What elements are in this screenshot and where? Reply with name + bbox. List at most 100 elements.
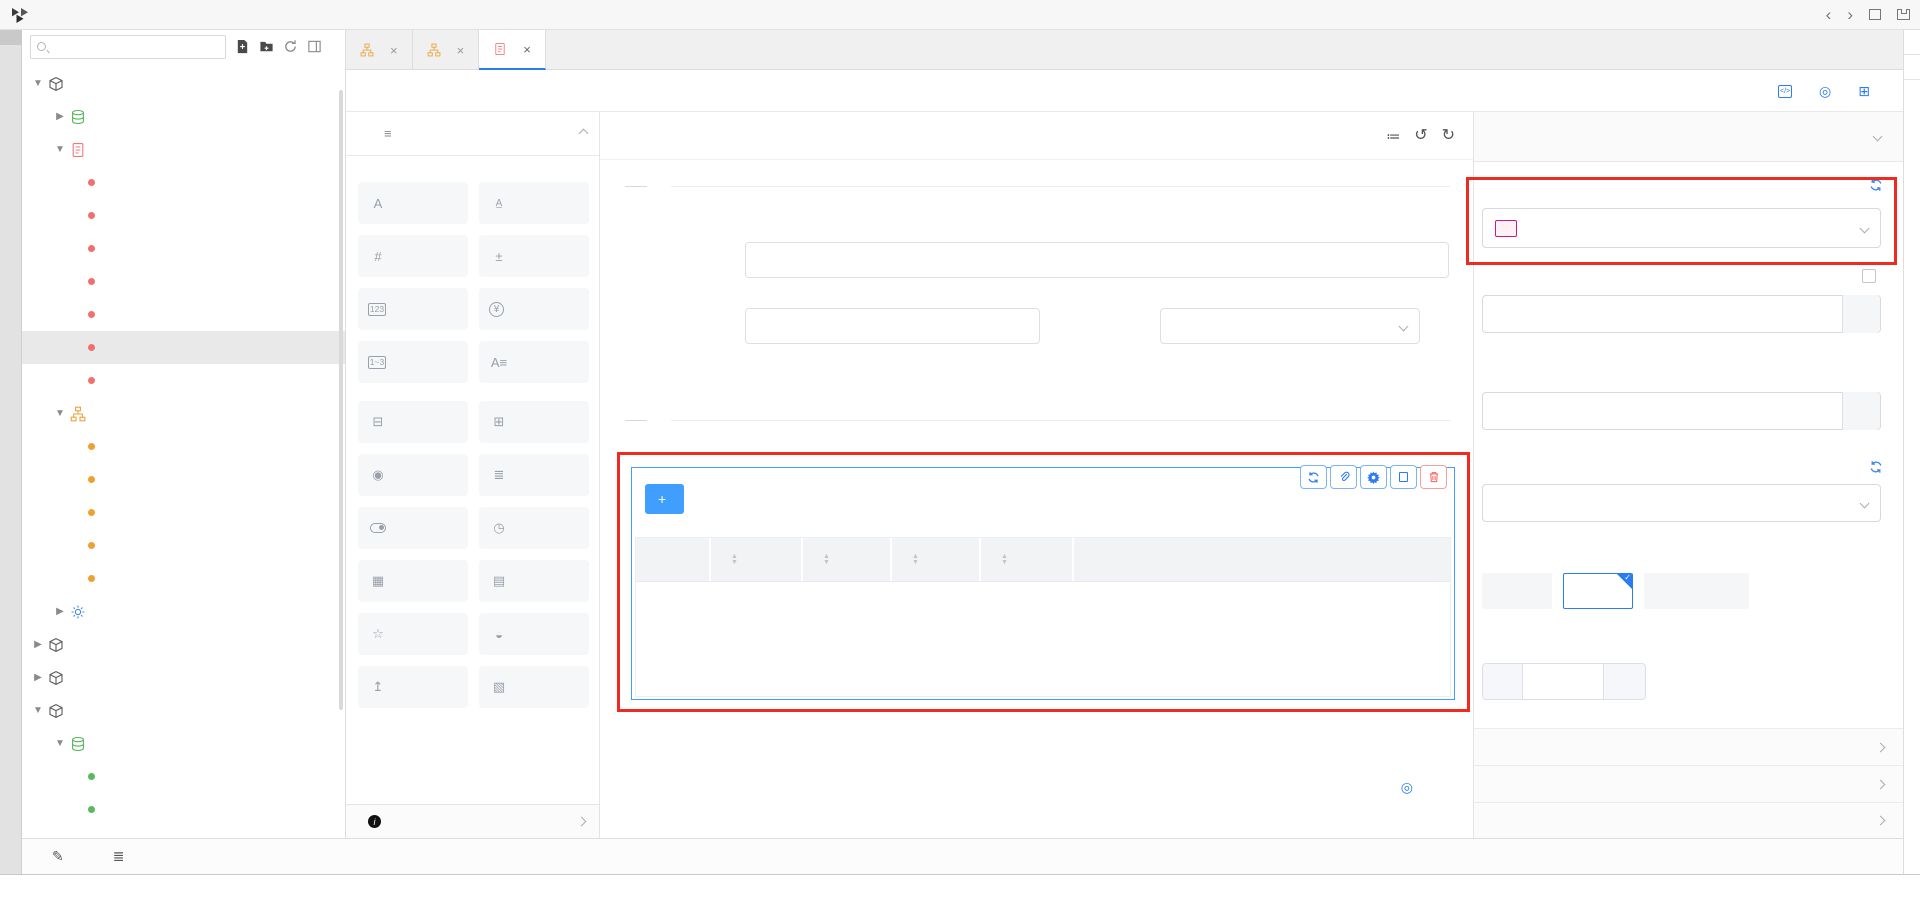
bind-link-button[interactable] <box>1330 465 1357 489</box>
tree-item-entity-child[interactable] <box>22 793 345 826</box>
new-folder-icon[interactable] <box>259 39 274 54</box>
form-settings-button[interactable]: ⊞ <box>1858 84 1875 98</box>
inspector-section-basic[interactable] <box>1474 112 1903 162</box>
tree-item-process-module[interactable]: ▼ <box>22 67 345 100</box>
tree-item-pages[interactable]: ▼ <box>22 133 345 166</box>
edit-mode-popup-selected[interactable]: ✓ <box>1563 573 1633 609</box>
column-header-gender[interactable]: ▲▼ <box>892 538 981 581</box>
column-header-approver[interactable]: ▲▼ <box>981 538 1074 581</box>
tree-item-page[interactable] <box>22 232 345 265</box>
decrement-button[interactable] <box>1483 664 1523 699</box>
palette-item-number-range[interactable]: 1~3 <box>358 341 468 383</box>
tree-item-entity[interactable]: ▼ <box>22 727 345 760</box>
caret-down-icon[interactable]: ▼ <box>30 705 46 716</box>
undo-icon[interactable]: ↺ <box>1414 128 1427 144</box>
redo-icon[interactable]: ↻ <box>1442 128 1455 144</box>
tree-item-flow[interactable] <box>22 463 345 496</box>
tree-item-flow[interactable] <box>22 529 345 562</box>
problems-tab[interactable]: ≣ <box>113 848 132 865</box>
caret-down-icon[interactable]: ▼ <box>52 738 68 749</box>
palette-item-switch[interactable] <box>358 507 468 549</box>
tree-item-flow[interactable] <box>22 430 345 463</box>
rail-tab-offline-resources[interactable] <box>1904 55 1920 80</box>
show-label-option[interactable] <box>1862 269 1883 283</box>
component-settings-button[interactable] <box>1360 465 1387 489</box>
delete-component-button[interactable] <box>1420 465 1447 489</box>
column-header-name[interactable]: ▲▼ <box>711 538 803 581</box>
editor-tab[interactable]: × <box>413 30 480 70</box>
tree-item-page[interactable] <box>22 364 345 397</box>
sync-icon[interactable] <box>1869 178 1883 192</box>
sort-icon[interactable]: ▲▼ <box>731 554 738 565</box>
age-input[interactable] <box>745 308 1040 344</box>
inspector-section-style[interactable] <box>1474 802 1904 839</box>
close-icon[interactable]: × <box>457 43 465 58</box>
default-value-input[interactable] <box>1482 392 1881 430</box>
tree-item-module[interactable]: ▶ <box>22 661 345 694</box>
search-input[interactable] <box>30 35 226 59</box>
page-resource-select[interactable] <box>1482 484 1881 522</box>
default-dynamic-button[interactable] <box>1842 392 1880 430</box>
edit-mode-inline-popup[interactable] <box>1644 573 1749 609</box>
refresh-icon[interactable] <box>283 39 298 54</box>
close-icon[interactable]: × <box>390 43 398 58</box>
sort-icon[interactable]: ▲▼ <box>1001 554 1008 565</box>
caret-right-icon[interactable]: ▶ <box>30 639 46 650</box>
title-input[interactable] <box>1482 295 1881 333</box>
sync-datasource-button[interactable] <box>1300 465 1327 489</box>
palette-item-tree-dropdown[interactable]: ⊞ <box>479 401 589 443</box>
sort-icon[interactable]: ▲▼ <box>912 554 919 565</box>
nav-back-icon[interactable]: ‹ <box>1826 6 1832 23</box>
palette-item-auto-number[interactable]: # <box>358 235 468 277</box>
save-layout-icon[interactable] <box>1897 9 1910 20</box>
palette-menu-icon[interactable]: ≡ <box>384 126 392 141</box>
tree-item-page-selected[interactable] <box>22 331 345 364</box>
editor-tab[interactable]: × <box>346 30 413 70</box>
chevron-up-icon[interactable] <box>579 129 589 139</box>
caret-right-icon[interactable]: ▶ <box>52 111 68 122</box>
sync-icon[interactable] <box>1869 460 1883 474</box>
caret-down-icon[interactable]: ▼ <box>52 408 68 419</box>
palette-item-date-range[interactable]: ▤ <box>479 560 589 602</box>
tree-item-flow[interactable] <box>22 562 345 595</box>
tree-item-page[interactable] <box>22 298 345 331</box>
rail-tab-resources[interactable] <box>0 30 22 45</box>
title-variable-button[interactable] <box>1842 295 1880 333</box>
rail-tab-datasource[interactable] <box>1904 30 1920 55</box>
tree-item-entity[interactable]: ▶ <box>22 100 345 133</box>
tree-item-page[interactable] <box>22 166 345 199</box>
palette-item-multi-line-text[interactable]: A̲ <box>479 182 589 224</box>
inspector-section-validation[interactable] <box>1474 728 1904 765</box>
palette-item-number[interactable]: 123 <box>358 288 468 330</box>
palette-item-dropdown[interactable]: ⊟ <box>358 401 468 443</box>
palette-item-time-picker[interactable]: ◷ <box>479 507 589 549</box>
tree-item-flows[interactable]: ▼ <box>22 397 345 430</box>
code-mode-button[interactable]: </> <box>1778 85 1797 98</box>
palette-item-color-picker[interactable]: ◒ <box>479 613 589 655</box>
column-header-age[interactable]: ▲▼ <box>803 538 892 581</box>
checkbox-unchecked[interactable] <box>1862 269 1876 283</box>
name-input[interactable] <box>745 242 1449 278</box>
palette-item-radio-group[interactable]: ◉ <box>358 454 468 496</box>
tree-item-module[interactable]: ▶ <box>22 628 345 661</box>
tree-item-page[interactable] <box>22 265 345 298</box>
caret-right-icon[interactable]: ▶ <box>52 606 68 617</box>
close-icon[interactable]: × <box>523 42 531 57</box>
tree-item-page[interactable] <box>22 199 345 232</box>
add-row-button[interactable]: + <box>645 484 684 514</box>
layout-toggle-icon[interactable] <box>1869 9 1881 20</box>
preview-button[interactable]: ◎ <box>1819 84 1836 98</box>
palette-item-rating[interactable]: ☆ <box>358 613 468 655</box>
tree-item-entity-child[interactable] <box>22 760 345 793</box>
sort-icon[interactable]: ▲▼ <box>823 554 830 565</box>
field-select[interactable] <box>1482 208 1881 248</box>
editor-tab-active[interactable]: × <box>479 30 546 70</box>
palette-item-image[interactable]: ▧ <box>479 666 589 708</box>
import-resource-icon[interactable] <box>235 39 250 54</box>
palette-item-counter[interactable]: ± <box>479 235 589 277</box>
copy-component-button[interactable] <box>1390 465 1417 489</box>
increment-button[interactable] <box>1603 664 1645 699</box>
caret-down-icon[interactable]: ▼ <box>30 78 46 89</box>
collapse-panel-icon[interactable] <box>307 39 322 54</box>
tree-item-services[interactable]: ▶ <box>22 595 345 628</box>
